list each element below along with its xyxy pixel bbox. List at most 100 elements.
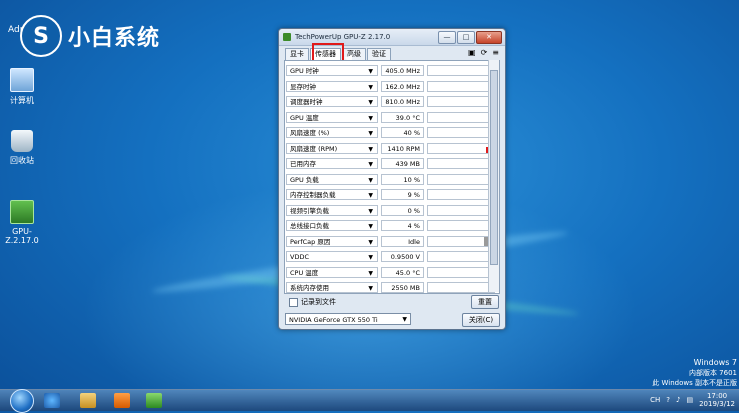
sensor-name-dropdown[interactable]: 内存控制器负载 ▼ bbox=[286, 189, 378, 200]
gpu-select[interactable]: NVIDIA GeForce GTX 550 Ti ▼ bbox=[285, 313, 411, 325]
sensor-name: 系统内存使用 bbox=[290, 284, 329, 292]
file-explorer-icon[interactable] bbox=[80, 393, 96, 408]
help-icon[interactable]: ? bbox=[666, 396, 670, 404]
watermark-line3: 此 Windows 副本不是正版 bbox=[652, 379, 737, 387]
sensor-name-dropdown[interactable]: 视频引擎负载 ▼ bbox=[286, 204, 378, 216]
sensor-value: 0 % bbox=[381, 204, 424, 216]
sensor-value: 10 % bbox=[381, 173, 424, 185]
sensor-value: 162.0 MHz bbox=[381, 80, 424, 92]
gpu-z-taskbar-icon[interactable] bbox=[146, 393, 162, 408]
sensor-name-dropdown[interactable]: VDDC ▼ bbox=[286, 251, 378, 262]
tab-validation[interactable]: 验证 bbox=[367, 48, 391, 60]
internet-explorer-icon[interactable] bbox=[44, 393, 60, 408]
system-tray: CH ? ♪ ▤ 17:00 2019/3/12 bbox=[650, 392, 735, 408]
recycle-bin-icon bbox=[11, 130, 33, 152]
sensor-name-dropdown[interactable]: 显存时钟 ▼ bbox=[286, 80, 378, 92]
window-title: TechPowerUp GPU-Z 2.17.0 bbox=[295, 33, 391, 41]
sensor-value: 45.0 °C bbox=[381, 266, 424, 278]
sensor-name-dropdown[interactable]: 系统内存使用 ▼ bbox=[286, 282, 378, 293]
sensor-graph bbox=[427, 282, 495, 293]
sensor-name-dropdown[interactable]: 风扇速度 (%) ▼ bbox=[286, 127, 378, 138]
minimize-button[interactable]: — bbox=[438, 31, 456, 44]
sensor-graph bbox=[427, 189, 495, 200]
windows-watermark: Windows 7 内部版本 7601 此 Windows 副本不是正版 bbox=[652, 358, 737, 388]
sensor-name: 总线接口负载 bbox=[290, 222, 329, 230]
sensor-value: 39.0 °C bbox=[381, 111, 424, 123]
sensor-name: CPU 温度 bbox=[290, 268, 319, 277]
sensor-name: 调度器时钟 bbox=[290, 98, 323, 106]
tab-graphics-card[interactable]: 显卡 bbox=[285, 48, 309, 60]
sensor-graph bbox=[427, 96, 495, 107]
desktop-icon-recycle-bin[interactable]: 回收站 bbox=[4, 130, 40, 166]
taskbar-clock[interactable]: 17:00 2019/3/12 bbox=[699, 392, 735, 408]
watermark-line2: 内部版本 7601 bbox=[688, 369, 737, 377]
sensor-graph bbox=[427, 266, 495, 278]
sensor-name: GPU 温度 bbox=[290, 113, 319, 122]
sensor-name: 视频引擎负载 bbox=[290, 206, 329, 215]
language-indicator[interactable]: CH bbox=[650, 396, 660, 404]
clock-date: 2019/3/12 bbox=[699, 400, 735, 408]
sensor-name-dropdown[interactable]: GPU 温度 ▼ bbox=[286, 111, 378, 123]
sensor-name: 显存时钟 bbox=[290, 82, 316, 91]
sensor-value: Idle bbox=[381, 235, 424, 247]
sensor-name-dropdown[interactable]: 调度器时钟 ▼ bbox=[286, 96, 378, 107]
sensor-value: 439 MB bbox=[381, 158, 424, 169]
sensor-graph bbox=[427, 127, 495, 138]
volume-icon[interactable]: ♪ bbox=[676, 396, 680, 404]
chevron-down-icon: ▼ bbox=[368, 223, 373, 230]
maximize-button[interactable]: □ bbox=[457, 31, 475, 44]
sensor-name-dropdown[interactable]: 已用内存 ▼ bbox=[286, 158, 378, 169]
sensor-graph bbox=[427, 142, 495, 154]
log-to-file-checkbox[interactable]: 记录到文件 bbox=[289, 297, 336, 307]
sensor-graph bbox=[427, 220, 495, 231]
sensor-scrollbar[interactable] bbox=[488, 60, 499, 292]
sensor-name-dropdown[interactable]: GPU 负载 ▼ bbox=[286, 173, 378, 185]
close-dialog-button[interactable]: 关闭(C) bbox=[462, 313, 500, 327]
sensor-value: 0.9500 V bbox=[381, 251, 424, 262]
gpu-z-window[interactable]: TechPowerUp GPU-Z 2.17.0 — □ ✕ 显卡 传感器 高级… bbox=[278, 28, 506, 330]
menu-icon[interactable]: ≡ bbox=[492, 48, 499, 57]
network-icon[interactable]: ▤ bbox=[686, 396, 693, 404]
brand-logo: S 小白系统 bbox=[20, 15, 160, 57]
sensor-graph bbox=[427, 204, 495, 216]
sensor-name: 已用内存 bbox=[290, 160, 316, 168]
reset-button[interactable]: 重置 bbox=[471, 295, 499, 309]
sensor-name: 内存控制器负载 bbox=[290, 191, 336, 199]
media-player-icon[interactable] bbox=[114, 393, 130, 408]
sensor-value: 4 % bbox=[381, 220, 424, 231]
chevron-down-icon: ▼ bbox=[368, 130, 373, 137]
chevron-down-icon: ▼ bbox=[368, 161, 373, 168]
sensor-name: GPU 负载 bbox=[290, 175, 319, 184]
sensor-name-dropdown[interactable]: CPU 温度 ▼ bbox=[286, 266, 378, 278]
sensor-graph bbox=[427, 111, 495, 123]
windows-start-icon bbox=[10, 389, 34, 413]
clock-time: 17:00 bbox=[706, 392, 728, 400]
sensor-value: 9 % bbox=[381, 189, 424, 200]
checkbox-box[interactable] bbox=[289, 297, 298, 307]
sensor-name: GPU 时钟 bbox=[290, 67, 319, 75]
chevron-down-icon: ▼ bbox=[368, 269, 373, 277]
refresh-icon[interactable]: ⟳ bbox=[481, 48, 488, 57]
sensor-name: VDDC bbox=[290, 253, 309, 261]
close-button[interactable]: ✕ bbox=[476, 31, 502, 44]
sensor-graph bbox=[427, 173, 495, 185]
desktop-icon-computer[interactable]: 计算机 bbox=[4, 68, 40, 106]
sensor-name-dropdown[interactable]: 风扇速度 (RPM) ▼ bbox=[286, 142, 378, 154]
logo-mark-icon: S bbox=[20, 15, 62, 57]
sensor-value: 810.0 MHz bbox=[381, 96, 424, 107]
desktop-icon-gpu-z[interactable]: GPU-Z.2.17.0 bbox=[2, 200, 42, 245]
gpu-z-icon bbox=[10, 200, 34, 224]
sensor-name-dropdown[interactable]: GPU 时钟 ▼ bbox=[286, 65, 378, 76]
chevron-down-icon: ▼ bbox=[368, 145, 373, 153]
sensor-name-dropdown[interactable]: PerfCap 原因 ▼ bbox=[286, 235, 378, 247]
scrollbar-thumb[interactable] bbox=[490, 70, 498, 265]
sensor-name-dropdown[interactable]: 总线接口负载 ▼ bbox=[286, 220, 378, 231]
chevron-down-icon: ▼ bbox=[368, 176, 373, 184]
camera-icon[interactable]: ▣ bbox=[468, 48, 476, 57]
start-button[interactable] bbox=[0, 389, 42, 413]
chevron-down-icon: ▼ bbox=[368, 285, 373, 292]
sensor-value: 2550 MB bbox=[381, 282, 424, 293]
chevron-down-icon: ▼ bbox=[368, 192, 373, 199]
taskbar: CH ? ♪ ▤ 17:00 2019/3/12 bbox=[0, 389, 739, 413]
chevron-down-icon: ▼ bbox=[368, 254, 373, 261]
